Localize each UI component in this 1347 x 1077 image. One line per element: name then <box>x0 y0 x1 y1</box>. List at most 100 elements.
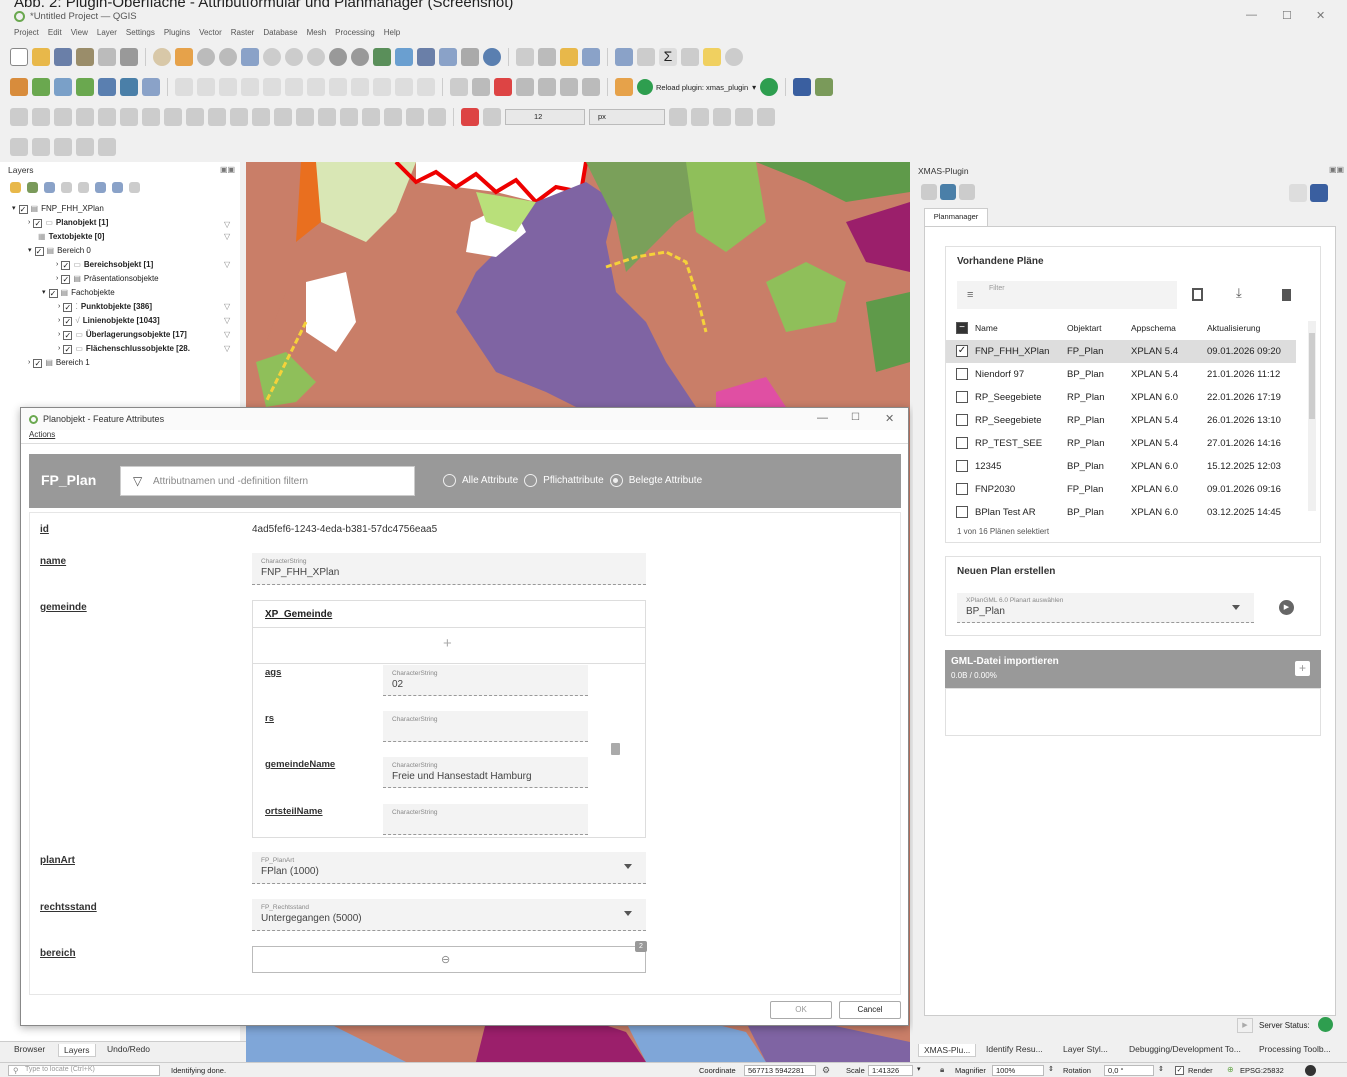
menu-settings[interactable]: Settings <box>126 28 155 40</box>
plan-type-select[interactable]: XPlanGML 6.0 Planart auswählen BP_Plan <box>957 593 1254 623</box>
advanced-digitize-13-icon[interactable] <box>296 108 314 126</box>
panel-undock-icon[interactable]: ▣▣ <box>220 165 235 174</box>
advanced-digitize-10-icon[interactable] <box>230 108 248 126</box>
play-icon[interactable]: ▶ <box>1279 600 1294 615</box>
zoom-native-icon[interactable] <box>307 48 325 66</box>
coordinate-field[interactable]: 567713 5942281 <box>744 1065 816 1076</box>
tab-layers[interactable]: Layers <box>58 1044 96 1057</box>
snapping-options-icon[interactable] <box>483 108 501 126</box>
plugin-tool-2-icon[interactable] <box>940 184 956 200</box>
zoom-last-icon[interactable] <box>329 48 347 66</box>
advanced-digitize-15-icon[interactable] <box>340 108 358 126</box>
tree-item-bereichsobjekt[interactable]: › ✓ ▭ Bereichsobjekt [1] <box>56 258 153 272</box>
spinner-icon[interactable]: ⇕ <box>1158 1065 1164 1073</box>
menu-raster[interactable]: Raster <box>231 28 255 40</box>
new-3d-view-icon[interactable] <box>395 48 413 66</box>
font-size-spinbox[interactable]: 12 <box>505 109 585 125</box>
advanced-digitize-2-icon[interactable] <box>54 108 72 126</box>
advanced-digitize-9-icon[interactable] <box>208 108 226 126</box>
show-bookmarks-icon[interactable] <box>439 48 457 66</box>
cancel-button[interactable]: Cancel <box>839 1001 901 1019</box>
tree-item-linienobjekte[interactable]: › ✓ √ Linienobjekte [1043] <box>58 314 160 328</box>
row-checkbox[interactable] <box>956 437 968 449</box>
filter-icon[interactable]: ▽ <box>224 230 230 244</box>
plans-scrollbar[interactable] <box>1308 321 1316 511</box>
tab-xmas-plugin[interactable]: XMAS-Plu... <box>918 1044 977 1057</box>
render-checkbox[interactable]: ✓ <box>1175 1066 1184 1075</box>
filter-by-expression-icon[interactable] <box>78 182 89 193</box>
gemeindename-input[interactable]: CharacterString Freie und Hansestadt Ham… <box>383 757 588 788</box>
help-icon[interactable] <box>793 78 812 96</box>
digitize-icon[interactable] <box>175 78 193 96</box>
bereich-link-field[interactable]: ⊖ 2 <box>252 941 647 973</box>
python-console-icon[interactable] <box>815 78 834 96</box>
tree-item-ueberlagerungsobjekte[interactable]: › ✓ ▭ Überlagerungsobjekte [17] <box>58 328 187 342</box>
selection-tool-3-icon[interactable] <box>54 138 72 156</box>
tree-item-bereich-1[interactable]: › ✓ ▤ Bereich 1 <box>28 356 90 370</box>
menu-vector[interactable]: Vector <box>199 28 222 40</box>
zoom-selection-icon[interactable] <box>263 48 281 66</box>
advanced-digitize-14-icon[interactable] <box>318 108 336 126</box>
tab-debugging[interactable]: Debugging/Development To... <box>1129 1044 1241 1054</box>
font-unit-select[interactable]: px <box>589 109 665 125</box>
add-delimited-icon[interactable] <box>76 78 94 96</box>
tree-item-planobjekt[interactable]: › ✓ ▭ Planobjekt [1] <box>28 216 108 230</box>
toolbox-icon[interactable] <box>637 48 655 66</box>
save-edits-icon[interactable] <box>219 78 237 96</box>
advanced-digitize-12-icon[interactable] <box>274 108 292 126</box>
plans-filter-input[interactable]: ≡ Filter <box>957 281 1177 309</box>
zoom-full-icon[interactable] <box>241 48 259 66</box>
copy-features-icon[interactable] <box>351 78 369 96</box>
advanced-digitize-6-icon[interactable] <box>142 108 160 126</box>
help-icon[interactable] <box>1310 184 1328 202</box>
rotation-field[interactable]: 0,0 ° <box>1104 1065 1154 1076</box>
merge-icon[interactable] <box>735 108 753 126</box>
scrollbar-thumb[interactable] <box>1309 333 1315 419</box>
ags-input[interactable]: CharacterString 02 <box>383 665 588 696</box>
lock-icon[interactable]: 🔒︎ <box>940 1065 944 1075</box>
table-row[interactable]: FNP2030 FP_Plan XPLAN 6.0 09.01.2026 09:16 <box>946 478 1296 501</box>
expand-all-icon[interactable] <box>95 182 106 193</box>
save-as-icon[interactable] <box>76 48 94 66</box>
add-group-icon[interactable] <box>27 182 38 193</box>
trash-icon[interactable] <box>611 743 620 755</box>
advanced-digitize-1-icon[interactable] <box>32 108 50 126</box>
dialog-menu-actions[interactable]: Actions <box>21 430 908 444</box>
table-row[interactable]: 12345 BP_Plan XPLAN 6.0 15.12.2025 12:03 <box>946 455 1296 478</box>
magnifier-field[interactable]: 100% <box>992 1065 1044 1076</box>
tree-item-flaechenschlussobjekte[interactable]: › ✓ ▭ Flächenschlussobjekte [28. <box>58 342 190 356</box>
measure-icon[interactable] <box>681 48 699 66</box>
zoom-in-icon[interactable] <box>197 48 215 66</box>
annotation-icon[interactable] <box>703 48 721 66</box>
row-checkbox[interactable] <box>956 414 968 426</box>
trash-icon[interactable] <box>1282 289 1291 301</box>
print-layout-icon[interactable] <box>98 48 116 66</box>
settings-icon[interactable] <box>1289 184 1307 202</box>
chevron-down-icon[interactable]: ▾ <box>917 1065 921 1073</box>
messages-icon[interactable] <box>1305 1065 1316 1076</box>
link-icon[interactable]: ⊖ <box>441 953 450 966</box>
tree-item-punktobjekte[interactable]: › ✓ ⁚ Punktobjekte [386] <box>58 300 152 314</box>
advanced-digitize-5-icon[interactable] <box>120 108 138 126</box>
advanced-digitize-3-icon[interactable] <box>76 108 94 126</box>
table-row[interactable]: RP_Seegebiete RP_Plan XPLAN 6.0 22.01.2026 … <box>946 386 1296 409</box>
tree-item-fachobjekte[interactable]: ▾ ✓ ▤ Fachobjekte <box>42 286 115 300</box>
tab-planmanager[interactable]: Planmanager <box>924 208 988 226</box>
tree-item-bereich-0[interactable]: ▾ ✓ ▤ Bereich 0 <box>28 244 91 258</box>
ortsteilname-input[interactable]: CharacterString <box>383 804 588 835</box>
menu-mesh[interactable]: Mesh <box>307 28 327 40</box>
tree-item-praesentationsobjekte[interactable]: › ✓ ▤ Präsentationsobjekte <box>56 272 159 286</box>
minimize-icon[interactable]: — <box>817 412 828 424</box>
select-features-icon[interactable] <box>538 48 556 66</box>
deselect-icon[interactable] <box>582 48 600 66</box>
filter-icon[interactable]: ▽ <box>224 342 230 356</box>
open-layer-styling-icon[interactable] <box>10 182 21 193</box>
scale-field[interactable]: 1:41326 <box>868 1065 913 1076</box>
filter-icon[interactable]: ▽ <box>224 300 230 314</box>
ok-button[interactable]: OK <box>770 1001 832 1019</box>
name-input[interactable]: CharacterString FNP_FHH_XPlan <box>252 553 646 585</box>
add-raster-icon[interactable] <box>54 78 72 96</box>
close-icon[interactable]: ✕ <box>885 412 894 425</box>
tab-processing-toolbox[interactable]: Processing Toolb... <box>1259 1044 1331 1054</box>
tree-item-textobjekte[interactable]: ▦ Textobjekte [0] <box>38 230 104 244</box>
